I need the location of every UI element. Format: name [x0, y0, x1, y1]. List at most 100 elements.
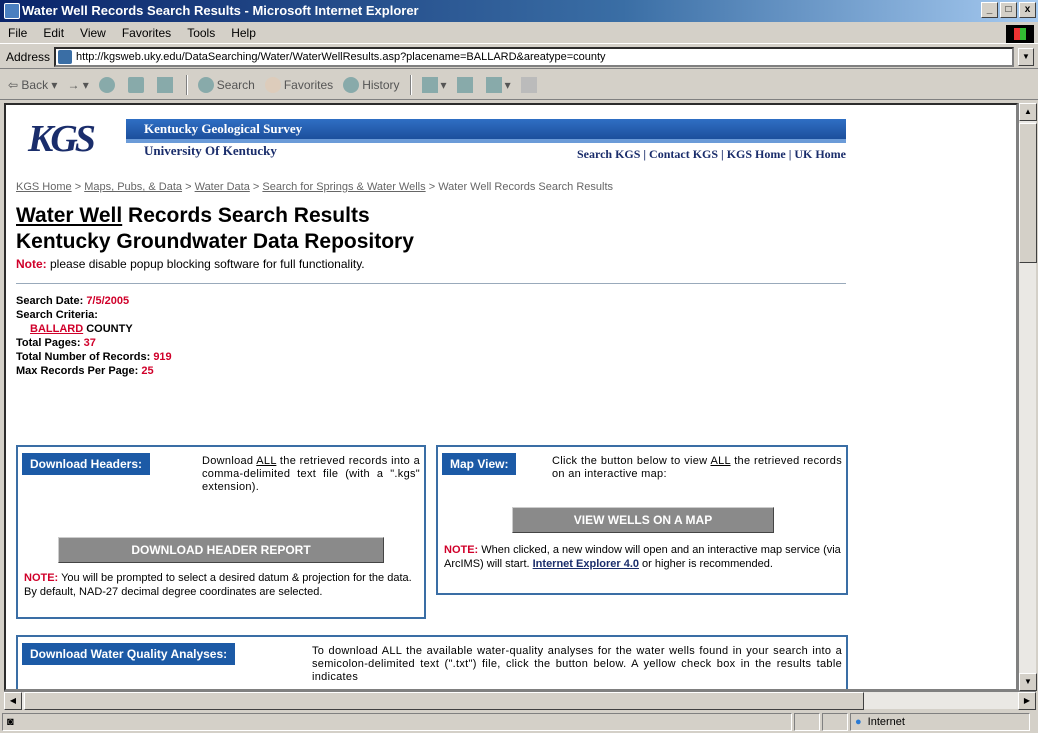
popup-note: Note: please disable popup blocking soft… [16, 257, 365, 271]
menu-edit[interactable]: Edit [43, 26, 64, 40]
horizontal-scroll-thumb[interactable] [24, 692, 864, 710]
vertical-scroll-thumb[interactable] [1019, 123, 1037, 263]
water-quality-title: Download Water Quality Analyses: [22, 643, 236, 665]
search-icon [197, 76, 214, 93]
browser-window: Water Well Records Search Results - Micr… [0, 0, 1038, 733]
breadcrumb: KGS Home > Maps, Pubs, & Data > Water Da… [16, 181, 614, 193]
mail-button[interactable]: ▾ [421, 76, 447, 93]
divider [16, 283, 846, 284]
home-icon [156, 76, 173, 93]
horizontal-scrollbar[interactable]: ◀ ▶ [4, 691, 1036, 710]
refresh-icon [127, 76, 144, 93]
edit-icon [485, 76, 502, 93]
download-headers-note: NOTE: You will be prompted to select a d… [24, 572, 412, 598]
print-button[interactable] [456, 76, 476, 93]
menu-bar: File Edit View Favorites Tools Help [0, 22, 1038, 44]
menu-favorites[interactable]: Favorites [122, 26, 171, 40]
breadcrumb-search-springs-wells[interactable]: Search for Springs & Water Wells [262, 181, 425, 193]
status-bar: ◙ ● Internet [0, 711, 1038, 733]
ie-icon [4, 3, 20, 19]
page-title: Water Well Records Search Results Kentuc… [16, 204, 414, 253]
status-page-icon: ◙ [7, 716, 14, 728]
kgs-blue-bar: Kentucky Geological Survey [126, 119, 846, 139]
scroll-left-icon[interactable]: ◀ [4, 692, 22, 710]
menu-tools[interactable]: Tools [187, 26, 215, 40]
back-arrow-icon: ⇦ [8, 77, 22, 92]
page-viewport[interactable]: Kentucky Geological Survey KGS Universit… [4, 103, 1018, 691]
minimize-button[interactable]: _ [981, 2, 998, 18]
kgs-org-name: Kentucky Geological Survey [144, 121, 303, 136]
map-view-desc: Click the button below to view ALL the r… [552, 455, 842, 480]
globe-icon: ● [855, 716, 862, 728]
page-title-link[interactable]: Water Well [16, 204, 122, 227]
max-records: 25 [141, 365, 154, 377]
security-zone: ● Internet [850, 713, 1030, 731]
menu-file[interactable]: File [8, 26, 27, 40]
refresh-button[interactable] [127, 76, 147, 93]
search-button[interactable]: Search [197, 76, 255, 93]
edit-button[interactable]: ▾ [485, 76, 511, 93]
title-bar: Water Well Records Search Results - Micr… [0, 0, 1038, 22]
ie4-link[interactable]: Internet Explorer 4.0 [533, 558, 639, 570]
scroll-up-icon[interactable]: ▲ [1019, 103, 1037, 121]
address-url: http://kgsweb.uky.edu/DataSearching/Wate… [76, 50, 606, 63]
kgs-university: University Of Kentucky [144, 143, 277, 158]
status-cell [794, 713, 820, 731]
map-view-title: Map View: [442, 453, 517, 475]
total-records: 919 [153, 351, 172, 363]
address-input[interactable]: http://kgsweb.uky.edu/DataSearching/Wate… [54, 46, 1014, 67]
back-button[interactable]: ⇦ Back ▾ [8, 78, 57, 92]
breadcrumb-current: Water Well Records Search Results [438, 181, 614, 193]
total-pages: 37 [83, 337, 96, 349]
discuss-button[interactable] [520, 76, 540, 93]
history-icon [343, 76, 360, 93]
home-button[interactable] [156, 76, 176, 93]
download-headers-panel: Download Headers: Download ALL the retri… [16, 445, 426, 619]
maximize-button[interactable]: □ [1000, 2, 1017, 18]
county-link[interactable]: BALLARD [30, 323, 83, 335]
page-icon [58, 49, 73, 64]
scroll-down-icon[interactable]: ▼ [1019, 673, 1037, 691]
vertical-scrollbar[interactable]: ▲ ▼ [1018, 103, 1037, 691]
status-text: ◙ [2, 713, 792, 731]
forward-button[interactable]: → ▾ [67, 78, 88, 92]
page-subtitle: Kentucky Groundwater Data Repository [16, 230, 414, 253]
favorites-button[interactable]: Favorites [264, 76, 333, 93]
stop-button[interactable] [98, 76, 118, 93]
window-title: Water Well Records Search Results - Micr… [22, 3, 419, 18]
status-cell [822, 713, 848, 731]
water-quality-desc: To download ALL the available water-qual… [312, 645, 842, 683]
address-label: Address [6, 49, 51, 64]
print-icon [456, 76, 473, 93]
download-headers-title: Download Headers: [22, 453, 151, 475]
close-button[interactable]: x [1019, 2, 1036, 18]
breadcrumb-maps-pubs-data[interactable]: Maps, Pubs, & Data [84, 181, 182, 193]
toolbar-separator [185, 74, 188, 95]
windows-logo-icon [1006, 25, 1034, 43]
download-header-report-button[interactable]: DOWNLOAD HEADER REPORT [58, 537, 384, 563]
menu-view[interactable]: View [80, 26, 106, 40]
history-button[interactable]: History [343, 76, 400, 93]
menu-help[interactable]: Help [231, 26, 256, 40]
toolbar-separator [409, 74, 412, 95]
standard-toolbar: ⇦ Back ▾ → ▾ Search Favorites History ▾ … [0, 70, 1038, 100]
breadcrumb-water-data[interactable]: Water Data [195, 181, 250, 193]
scroll-right-icon[interactable]: ▶ [1018, 692, 1036, 710]
kgs-banner: Kentucky Geological Survey KGS Universit… [16, 113, 846, 175]
breadcrumb-kgs-home[interactable]: KGS Home [16, 181, 72, 193]
kgs-top-links[interactable]: Search KGS | Contact KGS | KGS Home | UK… [577, 147, 846, 162]
map-view-note: NOTE: When clicked, a new window will op… [444, 544, 841, 570]
view-wells-map-button[interactable]: VIEW WELLS ON A MAP [512, 507, 774, 533]
map-view-panel: Map View: Click the button below to view… [436, 445, 848, 595]
download-headers-desc: Download ALL the retrieved records into … [202, 455, 420, 493]
water-quality-panel: Download Water Quality Analyses: To down… [16, 635, 848, 689]
favorites-icon [264, 76, 281, 93]
address-bar: Address http://kgsweb.uky.edu/DataSearch… [0, 45, 1038, 69]
search-summary: Search Date: 7/5/2005 Search Criteria: B… [16, 295, 172, 377]
search-date: 7/5/2005 [86, 295, 130, 307]
address-dropdown-icon[interactable]: ▼ [1018, 47, 1034, 66]
discuss-icon [520, 76, 537, 93]
mail-icon [421, 76, 438, 93]
page-content: Kentucky Geological Survey KGS Universit… [16, 113, 846, 378]
kgs-logo[interactable]: KGS [28, 117, 96, 161]
